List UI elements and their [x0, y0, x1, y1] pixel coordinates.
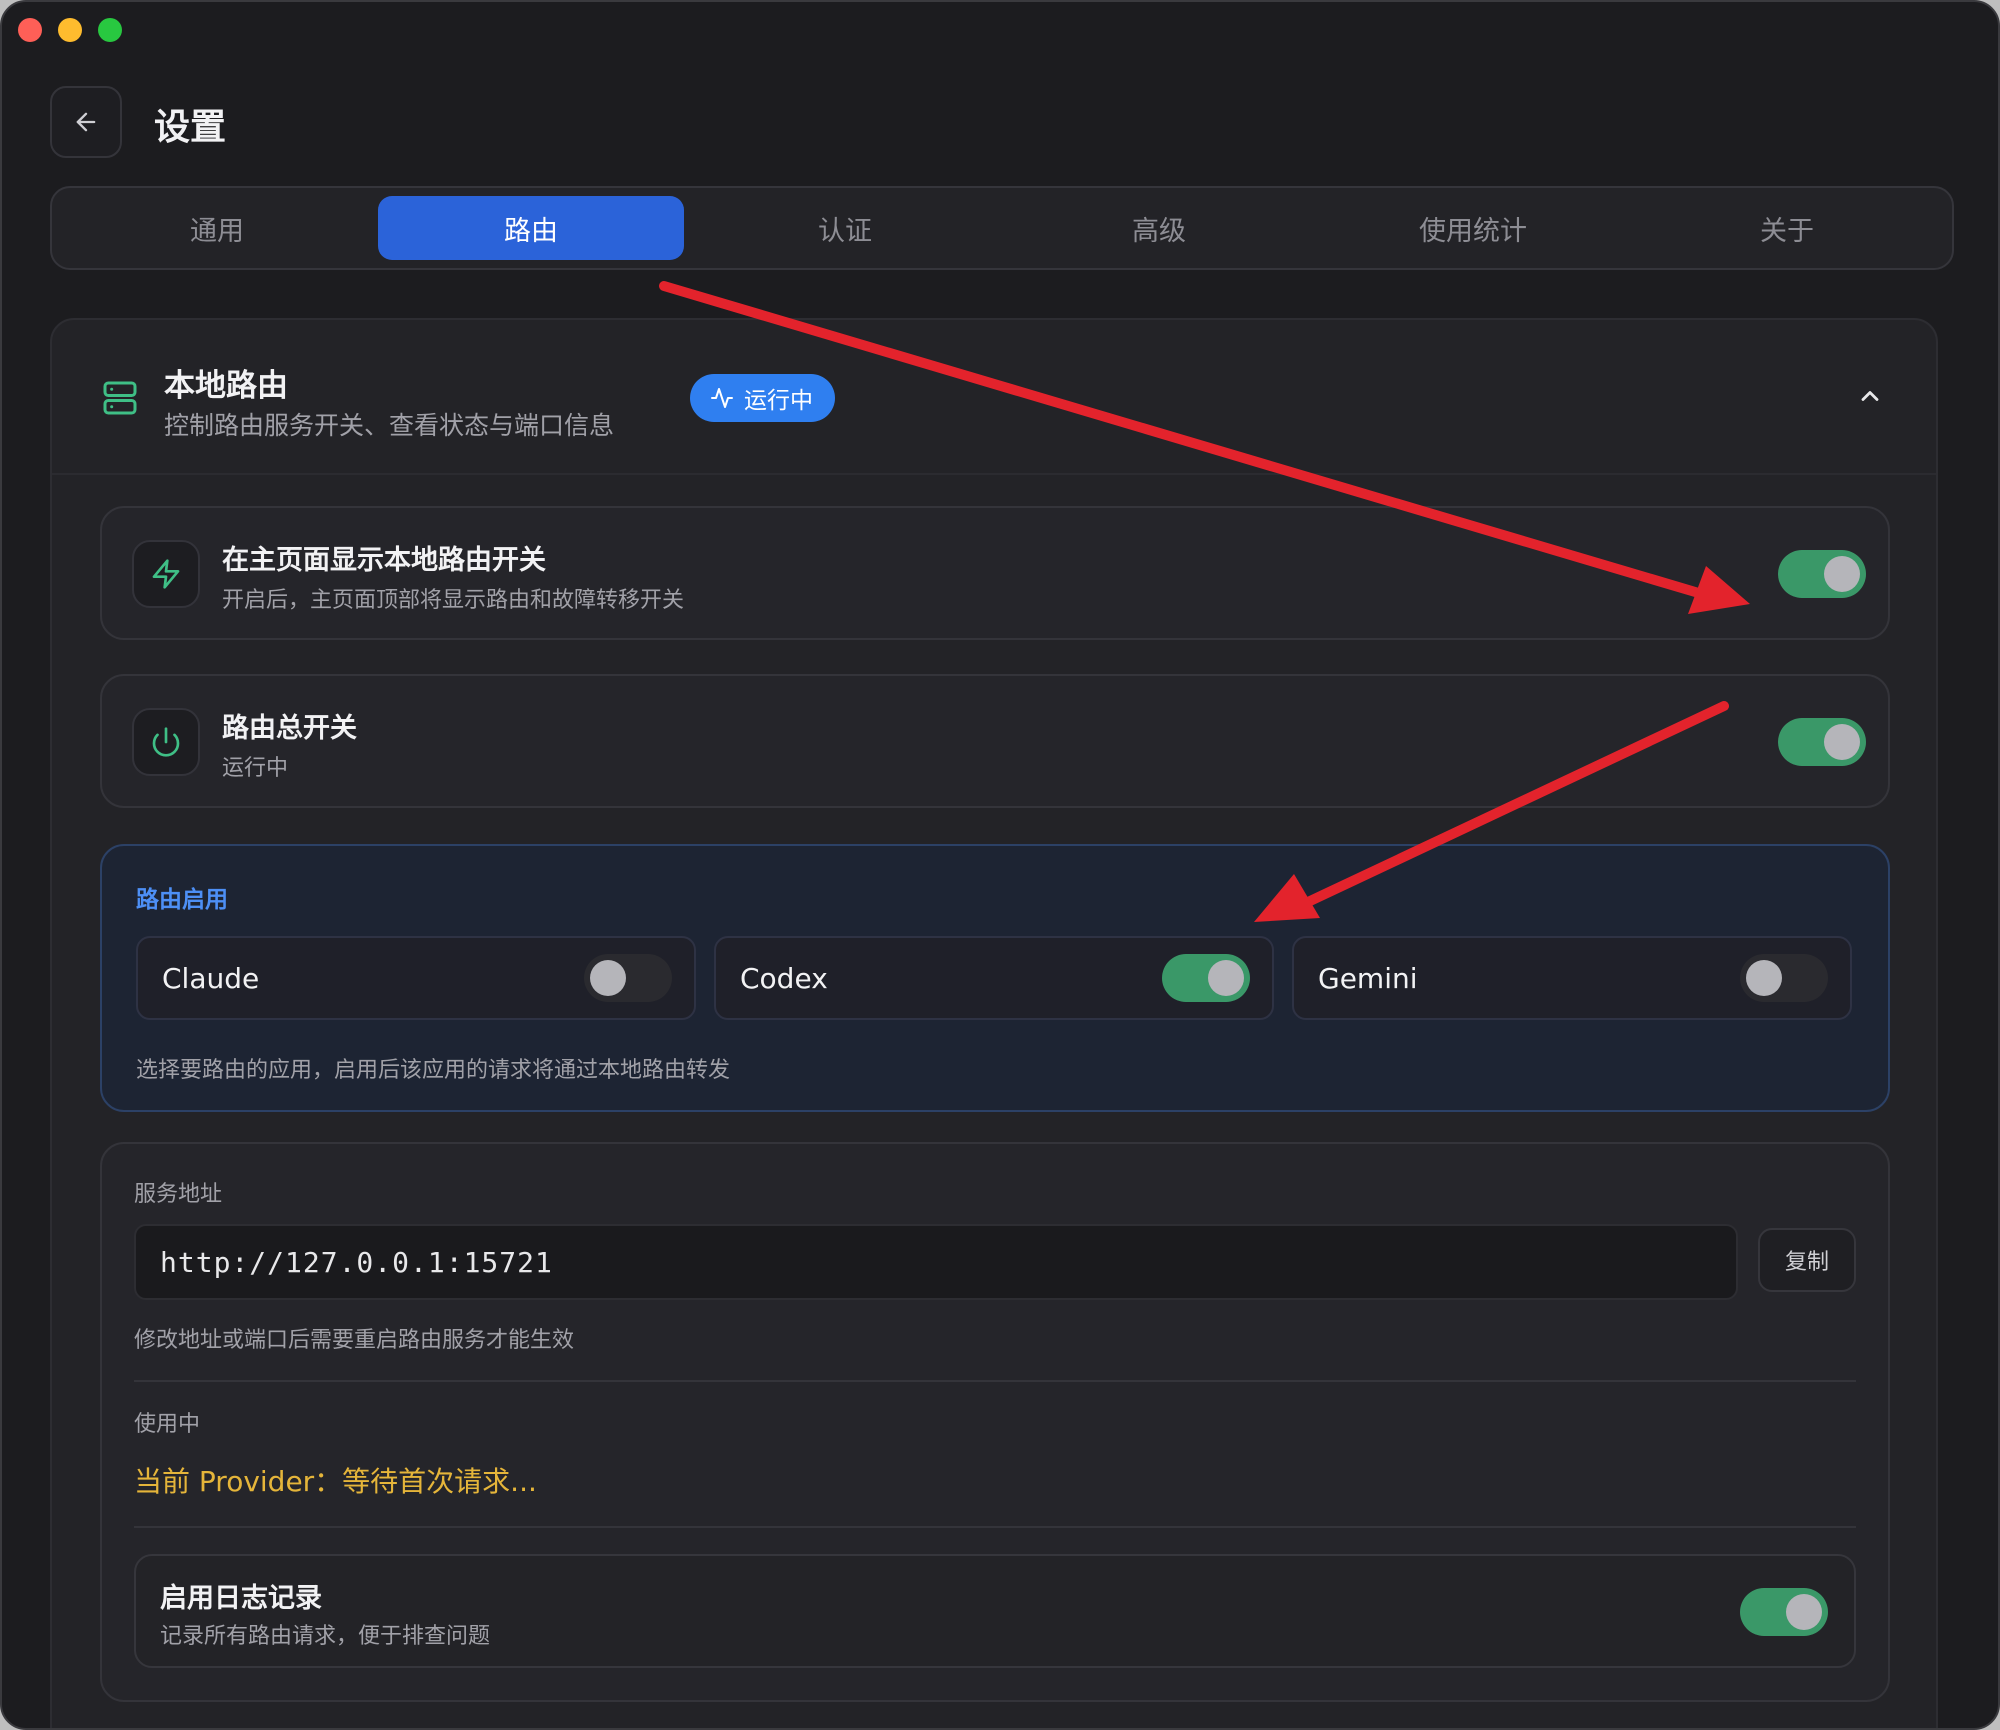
server-icon	[103, 381, 137, 415]
logging-toggle[interactable]	[1740, 1588, 1828, 1636]
activity-icon	[711, 388, 733, 408]
logging-description: 记录所有路由请求，便于排查问题	[160, 1624, 491, 1649]
tab-advanced[interactable]: 高级	[1006, 196, 1312, 260]
app-tile-codex: Codex	[714, 936, 1274, 1020]
lightning-icon-box	[132, 540, 200, 608]
app-name-gemini: Gemini	[1318, 962, 1418, 995]
app-name-claude: Claude	[162, 962, 260, 995]
service-address-input[interactable]: http://127.0.0.1:15721	[134, 1224, 1738, 1300]
route-apps-section: 路由启用 Claude Codex Gemini 选择要路由的应用，启用后该应用…	[100, 844, 1890, 1112]
settings-window: 设置 通用 路由 认证 高级 使用统计 关于 本地路由 控制路由服务开关、查看状…	[0, 0, 2000, 1730]
route-apps-note: 选择要路由的应用，启用后该应用的请求将通过本地路由转发	[136, 1058, 731, 1083]
window-controls	[18, 18, 122, 42]
copy-button[interactable]: 复制	[1758, 1228, 1856, 1292]
divider	[134, 1380, 1856, 1382]
zoom-window-button[interactable]	[98, 18, 122, 42]
local-routing-panel: 本地路由 控制路由服务开关、查看状态与端口信息 运行中 在主页面显示本地路由开关…	[50, 318, 1938, 1728]
lightning-icon	[152, 559, 180, 589]
tab-about[interactable]: 关于	[1634, 196, 1940, 260]
page-title: 设置	[154, 107, 227, 148]
master-switch-card: 路由总开关 运行中	[100, 674, 1890, 808]
codex-toggle[interactable]	[1162, 954, 1250, 1002]
tab-auth[interactable]: 认证	[692, 196, 998, 260]
close-window-button[interactable]	[18, 18, 42, 42]
show-on-home-toggle[interactable]	[1778, 550, 1866, 598]
claude-toggle[interactable]	[584, 954, 672, 1002]
app-tile-claude: Claude	[136, 936, 696, 1020]
back-button[interactable]	[50, 86, 122, 158]
panel-subtitle: 控制路由服务开关、查看状态与端口信息	[164, 411, 615, 440]
app-tile-gemini: Gemini	[1292, 936, 1852, 1020]
chevron-up-icon[interactable]	[1856, 382, 1884, 410]
in-use-label: 使用中	[134, 1412, 201, 1437]
arrow-left-icon	[76, 112, 96, 132]
status-badge: 运行中	[690, 374, 835, 422]
show-on-home-title: 在主页面显示本地路由开关	[222, 545, 546, 576]
route-apps-title: 路由启用	[136, 887, 228, 913]
power-icon	[152, 727, 180, 757]
minimize-window-button[interactable]	[58, 18, 82, 42]
master-switch-title: 路由总开关	[222, 713, 357, 744]
divider	[134, 1526, 1856, 1528]
master-switch-status: 运行中	[222, 756, 289, 781]
settings-tabs: 通用 路由 认证 高级 使用统计 关于	[50, 186, 1954, 270]
gemini-toggle[interactable]	[1740, 954, 1828, 1002]
service-address-label: 服务地址	[134, 1182, 223, 1207]
tab-routing[interactable]: 路由	[378, 196, 684, 260]
service-address-note: 修改地址或端口后需要重启路由服务才能生效	[134, 1328, 575, 1353]
app-name-codex: Codex	[740, 962, 828, 995]
show-on-home-card: 在主页面显示本地路由开关 开启后，主页面顶部将显示路由和故障转移开关	[100, 506, 1890, 640]
logging-card: 启用日志记录 记录所有路由请求，便于排查问题	[134, 1554, 1856, 1668]
panel-title: 本地路由	[164, 368, 288, 404]
logging-title: 启用日志记录	[160, 1583, 322, 1614]
power-icon-box	[132, 708, 200, 776]
master-switch-toggle[interactable]	[1778, 718, 1866, 766]
tab-usage-stats[interactable]: 使用统计	[1320, 196, 1626, 260]
current-provider-text: 当前 Provider：等待首次请求...	[134, 1465, 537, 1498]
panel-header[interactable]: 本地路由 控制路由服务开关、查看状态与端口信息 运行中	[52, 320, 1936, 475]
status-badge-label: 运行中	[744, 388, 813, 414]
tab-general[interactable]: 通用	[64, 196, 370, 260]
show-on-home-description: 开启后，主页面顶部将显示路由和故障转移开关	[222, 588, 685, 613]
service-card: 服务地址 http://127.0.0.1:15721 复制 修改地址或端口后需…	[100, 1142, 1890, 1702]
